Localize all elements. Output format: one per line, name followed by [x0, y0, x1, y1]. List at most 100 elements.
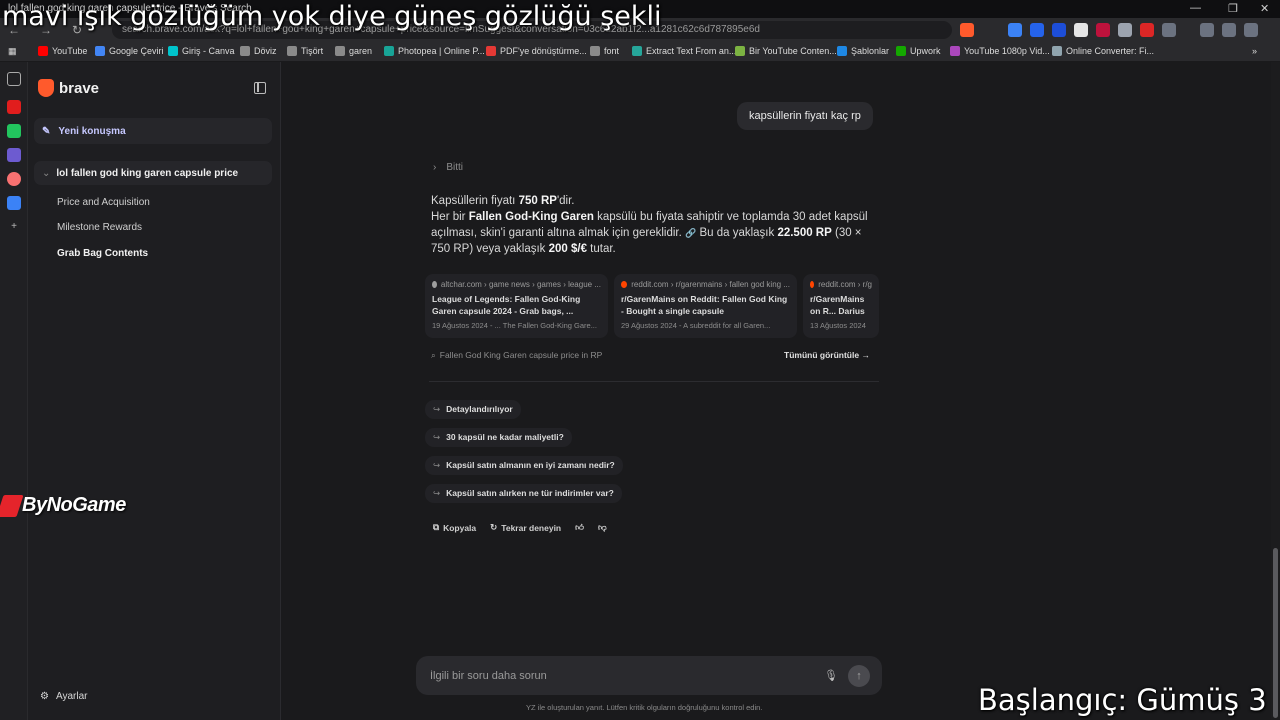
brave-lion-icon: [38, 79, 54, 97]
status-label: Bitti: [446, 162, 464, 173]
bookmark-item[interactable]: Photopea | Online P...: [384, 46, 485, 56]
source-date: 13 Ağustos 2024: [810, 321, 866, 330]
minimize-button[interactable]: —: [1190, 2, 1201, 14]
extension-audio-icon[interactable]: [1030, 23, 1044, 37]
bookmark-label: Google Çeviri: [109, 46, 164, 56]
bookmark-item[interactable]: YouTube 1080p Vid...: [950, 46, 1050, 56]
bookmark-favicon-icon: [384, 46, 394, 56]
followup-suggestion[interactable]: ↪ Kapsül satın almanın en iyi zamanı nedi…: [425, 456, 623, 475]
thumbs-down-button[interactable]: 👎︎: [598, 522, 607, 533]
copy-button[interactable]: ⧉ Kopyala: [433, 522, 476, 533]
extension-red-icon[interactable]: [1096, 23, 1110, 37]
conversation-item[interactable]: ⌄ lol fallen god king garen capsule pric…: [34, 161, 272, 185]
search-query[interactable]: ⌕ Fallen God King Garen capsule price in…: [431, 350, 602, 361]
apps-icon[interactable]: ▦: [8, 46, 17, 57]
extension-c-icon[interactable]: [1074, 23, 1088, 37]
bookmark-label: Online Converter: Fi...: [1066, 46, 1155, 56]
extension-play-icon[interactable]: [1052, 23, 1066, 37]
bookmark-item[interactable]: Döviz: [240, 46, 277, 56]
sidebar-panel-icon[interactable]: [7, 72, 21, 86]
source-title: r/GarenMains on R... Darius and Fallen: [810, 294, 865, 316]
followup-arrow-icon: ↪: [433, 432, 441, 442]
scrollbar-thumb[interactable]: [1273, 548, 1278, 718]
extension-camera-icon[interactable]: [1118, 23, 1132, 37]
sub-item-milestone[interactable]: Milestone Rewards: [57, 222, 142, 233]
followup-suggestion[interactable]: ↪ Detaylandırılıyor: [425, 400, 521, 419]
source-card[interactable]: reddit.com › r/garenmains › fallen god k…: [614, 274, 797, 338]
bookmark-item[interactable]: Upwork: [896, 46, 941, 56]
menu-icon[interactable]: [1244, 23, 1258, 37]
bookmark-label: Giriş - Canva: [182, 46, 235, 56]
bookmark-favicon-icon: [896, 46, 906, 56]
bookmark-favicon-icon: [590, 46, 600, 56]
followup-suggestion[interactable]: ↪ Kapsül satın alırken ne tür indirimler …: [425, 484, 622, 503]
thumbs-up-button[interactable]: 👍︎: [575, 522, 584, 533]
source-card[interactable]: altchar.com › game news › games › league…: [425, 274, 608, 338]
extensions-puzzle-icon[interactable]: [1162, 23, 1176, 37]
proton-icon[interactable]: [7, 148, 21, 162]
reddit-favicon-icon: [621, 281, 628, 288]
bookmark-item[interactable]: Şablonlar: [837, 46, 889, 56]
reddit-favicon-icon: [810, 281, 815, 288]
scrollbar[interactable]: [1271, 62, 1280, 720]
sub-item-grab-bag[interactable]: Grab Bag Contents: [57, 248, 148, 259]
new-chat-button[interactable]: ✎ Yeni konuşma: [34, 118, 272, 144]
bynogame-logo-icon: [0, 494, 24, 517]
more-bookmarks-icon[interactable]: »: [1252, 46, 1257, 56]
thumbs-up-icon: 👍︎: [575, 522, 585, 532]
bynogame-watermark: ByNoGame: [0, 494, 126, 517]
extension-diamond-icon[interactable]: [1008, 23, 1022, 37]
answer-actions: ⧉ Kopyala ↻ Tekrar deneyin 👍︎ 👎︎: [433, 522, 607, 533]
close-window-button[interactable]: ✕: [1260, 2, 1269, 15]
followup-arrow-icon: ↪: [433, 460, 441, 470]
leo-ai-icon[interactable]: [7, 172, 21, 186]
kick-icon[interactable]: [7, 124, 21, 138]
bookmark-item[interactable]: YouTube: [38, 46, 87, 56]
bookmark-item[interactable]: PDF'ye dönüştürme...: [486, 46, 587, 56]
bookmark-label: Bir YouTube Conten...: [749, 46, 837, 56]
bookmark-favicon-icon: [335, 46, 345, 56]
bookmark-item[interactable]: garen: [335, 46, 372, 56]
collapse-sidebar-icon[interactable]: [254, 82, 266, 94]
bookmark-label: Şablonlar: [851, 46, 890, 56]
source-date: 29 Ağustos 2024: [621, 321, 677, 330]
restore-button[interactable]: ❐: [1228, 2, 1238, 15]
add-panel-icon[interactable]: +: [7, 220, 21, 234]
settings-button[interactable]: ⚙ Ayarlar: [40, 691, 87, 702]
altchar-favicon-icon: [432, 281, 437, 288]
bookmark-label: font: [604, 46, 620, 56]
bookmark-item[interactable]: Tişört: [287, 46, 323, 56]
bookmark-favicon-icon: [735, 46, 745, 56]
retry-button[interactable]: ↻ Tekrar deneyin: [490, 522, 561, 533]
brand-name: brave: [59, 79, 100, 97]
new-chat-label: Yeni konuşma: [58, 125, 126, 137]
translate-icon[interactable]: [7, 196, 21, 210]
bookmark-item[interactable]: Giriş - Canva: [168, 46, 235, 56]
bookmark-favicon-icon: [486, 46, 496, 56]
send-button[interactable]: ↑: [848, 665, 870, 687]
bookmark-label: Döviz: [254, 46, 277, 56]
brave-shields-icon[interactable]: [960, 23, 974, 37]
sidebar-panel-icon[interactable]: [1200, 23, 1214, 37]
see-all-link[interactable]: Tümünü görüntüle →: [784, 350, 870, 360]
bookmark-item[interactable]: font: [590, 46, 619, 56]
bookmark-item[interactable]: Google Çeviri: [95, 46, 164, 56]
sub-item-price[interactable]: Price and Acquisition: [57, 197, 150, 208]
bookmark-favicon-icon: [38, 46, 48, 56]
wallet-icon[interactable]: [1222, 23, 1236, 37]
bookmark-item[interactable]: Extract Text From an...: [632, 46, 736, 56]
status-toggle[interactable]: › Bitti: [433, 162, 463, 173]
microphone-icon[interactable]: 🎙︎: [824, 669, 838, 682]
chat-input[interactable]: [430, 667, 810, 685]
brave-logo: brave: [38, 79, 99, 97]
bookmark-item[interactable]: Online Converter: Fi...: [1052, 46, 1154, 56]
bookmark-favicon-icon: [95, 46, 105, 56]
youtube-icon[interactable]: [7, 100, 21, 114]
link-icon[interactable]: 🔗: [685, 228, 696, 238]
bookmark-favicon-icon: [1052, 46, 1062, 56]
followup-suggestion[interactable]: ↪ 30 kapsül ne kadar maliyetli?: [425, 428, 572, 447]
extension-record-icon[interactable]: [1140, 23, 1154, 37]
browser-sidebar-strip: +: [0, 62, 28, 720]
bookmark-item[interactable]: Bir YouTube Conten...: [735, 46, 837, 56]
source-card[interactable]: reddit.com › r/g r/GarenMains on R... Da…: [803, 274, 879, 338]
